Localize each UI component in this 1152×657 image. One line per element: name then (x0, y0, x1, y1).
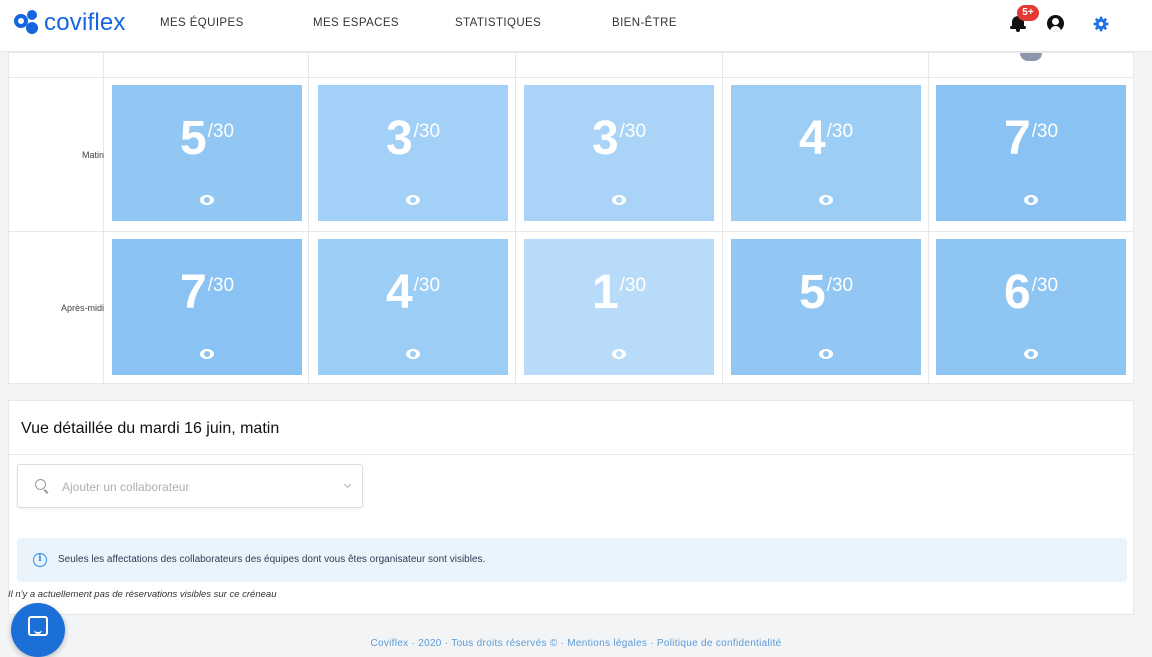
eye-icon[interactable] (200, 349, 214, 359)
slot-morning-day-5[interactable]: 7/30 (936, 85, 1126, 221)
slot-count: 6 (1003, 266, 1031, 319)
slot-count: 3 (591, 112, 619, 165)
nav-item-mes-equipes[interactable]: MES ÉQUIPES (160, 17, 244, 29)
notification-badge: 5+ (1017, 5, 1039, 21)
eye-icon[interactable] (612, 195, 626, 205)
grid-divider (9, 77, 1133, 78)
slot-morning-day-3[interactable]: 3/30 (524, 85, 714, 221)
detail-title: Vue détaillée du mardi 16 juin, matin (21, 420, 280, 437)
gear-icon[interactable] (1093, 16, 1109, 32)
grid-divider (103, 53, 104, 383)
chat-icon (28, 616, 48, 636)
nav-item-mes-espaces[interactable]: MES ESPACES (313, 17, 399, 29)
top-navigation-bar: coviflex MES ÉQUIPES MES ESPACES STATIST… (0, 0, 1152, 52)
coviflex-logo[interactable]: coviflex (14, 8, 126, 38)
collaborator-select[interactable] (17, 464, 363, 508)
slot-capacity: /30 (1031, 275, 1059, 296)
slot-count: 7 (1003, 112, 1031, 165)
divider (9, 454, 1133, 455)
slot-morning-day-1[interactable]: 5/30 (112, 85, 302, 221)
grid-divider (722, 53, 723, 383)
slot-capacity: /30 (619, 275, 647, 296)
eye-icon[interactable] (612, 349, 626, 359)
row-label-afternoon: Après-midi (60, 303, 104, 313)
grid-divider (515, 53, 516, 383)
slot-afternoon-day-1[interactable]: 7/30 (112, 239, 302, 375)
chat-button[interactable] (11, 603, 65, 657)
nav-item-bien-etre[interactable]: BIEN-ÊTRE (612, 17, 677, 29)
search-icon (35, 479, 46, 490)
slot-capacity: /30 (826, 121, 854, 142)
eye-icon[interactable] (406, 349, 420, 359)
slot-afternoon-day-5[interactable]: 6/30 (936, 239, 1126, 375)
avatar[interactable] (1020, 53, 1042, 61)
slot-count: 3 (385, 112, 413, 165)
grid-divider (928, 53, 929, 383)
eye-icon[interactable] (819, 195, 833, 205)
grid-divider (308, 53, 309, 383)
info-banner: i Seules les affectations des collaborat… (17, 538, 1127, 582)
eye-icon[interactable] (406, 195, 420, 205)
slot-count: 5 (798, 266, 826, 319)
row-label-morning: Matin (81, 150, 104, 160)
eye-icon[interactable] (819, 349, 833, 359)
detail-panel: Vue détaillée du mardi 16 juin, matin i … (8, 400, 1134, 615)
slot-capacity: /30 (619, 121, 647, 142)
slot-count: 4 (798, 112, 826, 165)
info-text: Seules les affectations des collaborateu… (58, 554, 486, 565)
slot-afternoon-day-4[interactable]: 5/30 (731, 239, 921, 375)
slot-count: 4 (385, 266, 413, 319)
slot-capacity: /30 (413, 275, 441, 296)
chevron-down-icon[interactable] (343, 480, 352, 489)
eye-icon[interactable] (200, 195, 214, 205)
info-icon: i (33, 553, 47, 567)
slot-count: 5 (179, 112, 207, 165)
slot-capacity: /30 (826, 275, 854, 296)
slot-capacity: /30 (413, 121, 441, 142)
footer-links[interactable]: Coviflex · 2020 · Tous droits réservés ©… (0, 638, 1152, 649)
slot-capacity: /30 (207, 121, 235, 142)
user-account-icon[interactable] (1047, 15, 1064, 32)
slot-count: 1 (591, 266, 619, 319)
coviflex-logo-mark-icon (14, 10, 40, 36)
slot-morning-day-2[interactable]: 3/30 (318, 85, 508, 221)
occupancy-grid: Matin Après-midi 5/30 3/30 3/30 4/30 7/3… (8, 52, 1134, 384)
slot-afternoon-day-3[interactable]: 1/30 (524, 239, 714, 375)
slot-afternoon-day-2[interactable]: 4/30 (318, 239, 508, 375)
slot-capacity: /30 (1031, 121, 1059, 142)
slot-morning-day-4[interactable]: 4/30 (731, 85, 921, 221)
eye-icon[interactable] (1024, 195, 1038, 205)
slot-count: 7 (179, 266, 207, 319)
app-name: coviflex (44, 9, 126, 36)
slot-capacity: /30 (207, 275, 235, 296)
empty-state-text: Il n'y a actuellement pas de réservation… (8, 589, 277, 600)
eye-icon[interactable] (1024, 349, 1038, 359)
collaborator-search-input[interactable] (62, 478, 332, 496)
grid-divider (9, 231, 1133, 232)
nav-item-statistiques[interactable]: STATISTIQUES (455, 17, 541, 29)
